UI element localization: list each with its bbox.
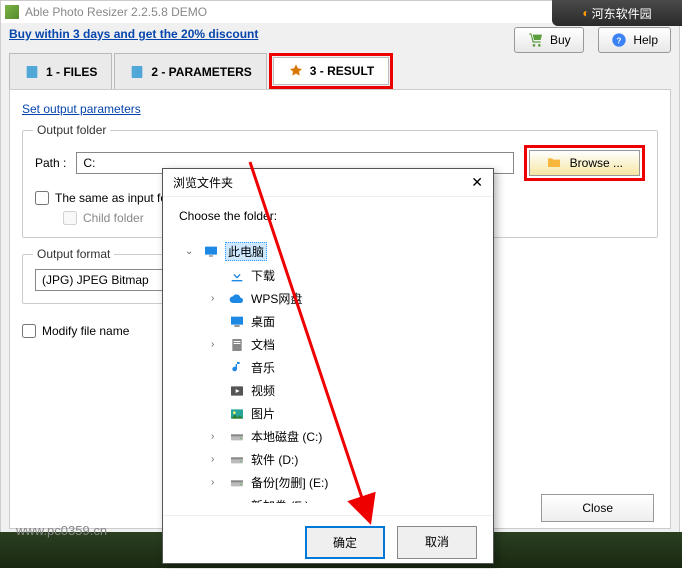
tree-item[interactable]: 桌面 [209,310,473,333]
browse-folder-dialog: 浏览文件夹 ✕ Choose the folder: ⌄ 此电脑下载 › WPS网盘桌… [162,168,494,564]
tab-result-label: 3 - RESULT [310,64,374,78]
download-icon [229,268,245,284]
tab-files-label: 1 - FILES [46,65,97,79]
disk-icon [229,475,245,491]
tree-item[interactable]: 下载 [209,264,473,287]
modify-filename-label: Modify file name [42,324,129,338]
path-label: Path : [35,156,66,170]
video-icon [229,383,245,399]
folder-tree[interactable]: ⌄ 此电脑下载 › WPS网盘桌面 › 文档音乐视频图片 › 本地磁盘 (C:) › 软件 (D:… [179,235,477,503]
tab-files[interactable]: 1 - FILES [9,53,112,89]
tree-item-label: 下载 [251,267,275,284]
expand-icon[interactable]: › [211,477,223,488]
buy-button[interactable]: Buy [514,27,584,53]
result-icon [288,63,304,79]
close-button[interactable]: Close [541,494,654,522]
dialog-title: 浏览文件夹 [173,174,233,191]
disk-icon [229,498,245,504]
tab-parameters[interactable]: 2 - PARAMETERS [114,53,266,89]
tree-item[interactable]: › 备份[勿删] (E:) [209,471,473,494]
expand-icon[interactable]: › [211,454,223,465]
ok-button[interactable]: 确定 [305,526,385,559]
svg-text:?: ? [617,36,622,45]
brand-text: 河东软件园 [592,5,652,22]
tabs: 1 - FILES 2 - PARAMETERS 3 - RESULT [1,49,679,89]
folder-icon [546,155,562,171]
expand-icon[interactable]: › [211,339,223,350]
tree-item[interactable]: › 本地磁盘 (C:) [209,425,473,448]
tree-item-label: 视频 [251,382,275,399]
expand-icon[interactable]: › [211,431,223,442]
child-folder-label: Child folder [83,211,144,225]
tree-item[interactable]: 图片 [209,402,473,425]
tree-item[interactable]: › WPS网盘 [209,287,473,310]
tree-item-label: 文档 [251,336,275,353]
same-as-input-input[interactable] [35,191,49,205]
highlight-box: 3 - RESULT [269,53,393,89]
desktop-icon [229,314,245,330]
tree-item[interactable]: › 文档 [209,333,473,356]
params-icon [129,64,145,80]
discount-link[interactable]: Buy within 3 days and get the 20% discou… [1,23,266,45]
help-button[interactable]: ? Help [598,27,671,53]
tree-item-label: 图片 [251,405,275,422]
tree-item-label: 桌面 [251,313,275,330]
tree-item-label: 软件 (D:) [251,451,298,468]
highlight-box: Browse ... [524,145,645,181]
dialog-titlebar: 浏览文件夹 ✕ [163,169,493,197]
buy-label: Buy [550,33,571,47]
choose-folder-label: Choose the folder: [179,209,477,223]
tree-item[interactable]: › 新加卷 (F:) [209,494,473,503]
disk-icon [229,429,245,445]
tab-result[interactable]: 3 - RESULT [273,57,389,85]
brand-icon: ◐ [582,6,589,20]
tree-item[interactable]: 音乐 [209,356,473,379]
output-format-legend: Output format [33,247,114,261]
tree-item-label: 新加卷 (F:) [251,497,309,503]
watermark: www.pc0359.cn [16,523,107,538]
disk-icon [229,452,245,468]
tree-item[interactable]: ⌄ 此电脑 [183,239,473,264]
window-title: Able Photo Resizer 2.2.5.8 DEMO [25,5,207,19]
app-icon [5,5,19,19]
music-icon [229,360,245,376]
files-icon [24,64,40,80]
help-icon: ? [611,32,627,48]
set-output-link[interactable]: Set output parameters [22,102,141,116]
monitor-icon [203,244,219,260]
tree-item-label: WPS网盘 [251,290,302,307]
tree-item-label: 本地磁盘 (C:) [251,428,322,445]
expand-icon[interactable]: › [211,293,223,304]
dialog-close-button[interactable]: ✕ [471,174,483,191]
doc-icon [229,337,245,353]
browse-button[interactable]: Browse ... [529,150,640,176]
browse-label: Browse ... [570,156,623,170]
tree-item-label: 音乐 [251,359,275,376]
cart-icon [528,32,544,48]
expand-icon[interactable]: › [211,500,223,503]
format-value: (JPG) JPEG Bitmap [42,273,149,287]
modify-filename-input[interactable] [22,324,36,338]
tree-item-label: 此电脑 [225,242,267,261]
cloud-icon [229,291,245,307]
tree-item[interactable]: 视频 [209,379,473,402]
image-icon [229,406,245,422]
brand-badge: ◐ 河东软件园 [552,0,682,26]
tab-params-label: 2 - PARAMETERS [151,65,251,79]
help-label: Help [633,33,658,47]
cancel-button[interactable]: 取消 [397,526,477,559]
tree-item[interactable]: › 软件 (D:) [209,448,473,471]
expand-icon[interactable]: ⌄ [185,246,197,257]
output-folder-legend: Output folder [33,123,110,137]
tree-item-label: 备份[勿删] (E:) [251,474,328,491]
child-folder-input [63,211,77,225]
